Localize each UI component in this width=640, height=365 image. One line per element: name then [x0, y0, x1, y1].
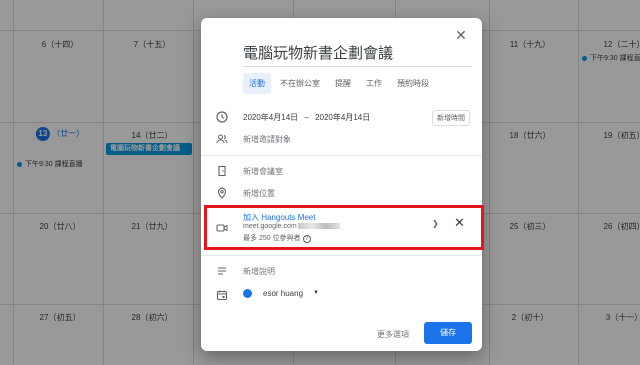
save-button[interactable]: 儲存: [424, 322, 472, 344]
add-room-field[interactable]: 新增會議室: [243, 166, 283, 177]
tab-event[interactable]: 活動: [243, 73, 271, 94]
door-icon: [216, 165, 228, 177]
date-row: 2020年4月14日 – 2020年4月14日 新增時間: [201, 110, 482, 126]
add-location-field[interactable]: 新增位置: [243, 188, 275, 199]
add-guests-field[interactable]: 新增邀請對象: [243, 134, 291, 145]
event-dialog: ✕ 電腦玩物新書企劃會議 活動 不在辦公室 提醒 工作 預約時段 2020年4月…: [201, 18, 484, 351]
meet-highlight-box: [204, 205, 484, 250]
calendar-owner-select[interactable]: esor huang: [263, 289, 303, 298]
calendar-icon: [216, 288, 228, 301]
divider: [201, 155, 482, 156]
clock-icon: [216, 111, 228, 123]
event-title-input[interactable]: 電腦玩物新書企劃會議: [243, 42, 471, 67]
location-row[interactable]: 新增位置: [201, 186, 482, 200]
more-options-button[interactable]: 更多選項: [377, 329, 409, 340]
location-pin-icon: [216, 187, 228, 199]
date-separator: –: [304, 113, 309, 122]
close-icon[interactable]: ✕: [454, 28, 468, 42]
dropdown-arrow-icon[interactable]: ▼: [313, 290, 319, 296]
divider: [201, 255, 482, 256]
tab-appointment-slots[interactable]: 預約時段: [391, 73, 435, 94]
tab-out-of-office[interactable]: 不在辦公室: [274, 73, 326, 94]
date-range[interactable]: 2020年4月14日 – 2020年4月14日: [243, 112, 370, 123]
add-description-field[interactable]: 新增說明: [243, 266, 275, 277]
guests-row[interactable]: 新增邀請對象: [201, 132, 482, 146]
add-time-button[interactable]: 新增時間: [432, 110, 470, 126]
description-row[interactable]: 新增說明: [201, 264, 482, 278]
notes-icon: [216, 265, 228, 277]
end-date[interactable]: 2020年4月14日: [315, 113, 370, 122]
tab-task[interactable]: 工作: [360, 73, 388, 94]
people-icon: [216, 133, 228, 145]
room-row[interactable]: 新增會議室: [201, 164, 482, 178]
calendar-color-dot: [243, 289, 252, 298]
start-date[interactable]: 2020年4月14日: [243, 113, 298, 122]
event-type-tabs: 活動 不在辦公室 提醒 工作 預約時段: [243, 73, 438, 94]
tab-reminder[interactable]: 提醒: [329, 73, 357, 94]
